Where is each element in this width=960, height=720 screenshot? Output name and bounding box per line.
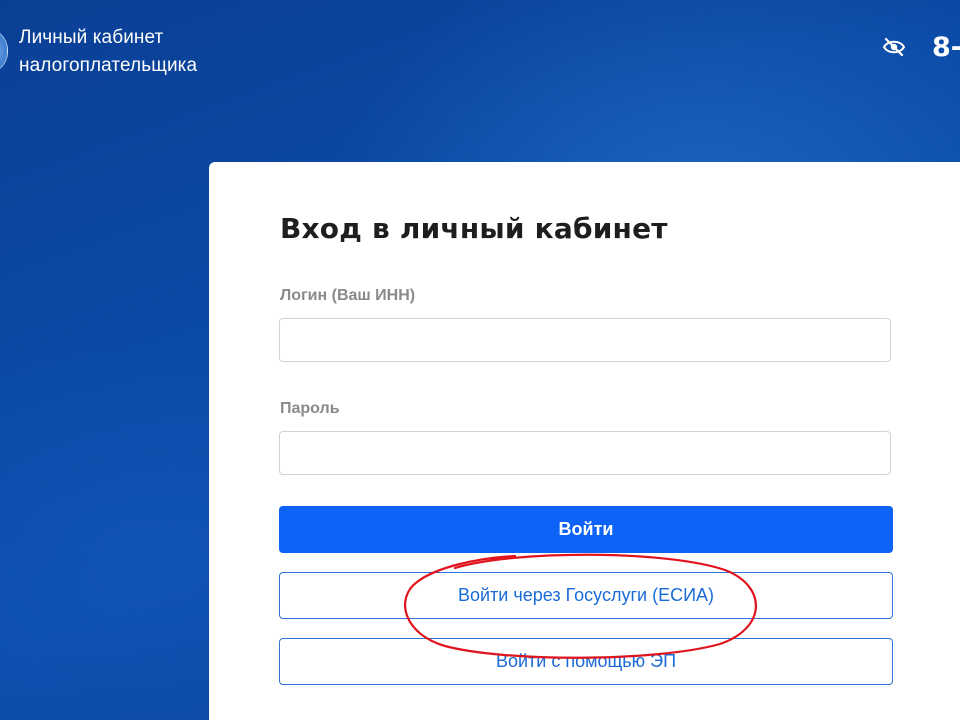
eye-slash-icon[interactable] [880,33,908,61]
header-tools: 8-8 [880,30,960,64]
page-title: Вход в личный кабинет [280,212,668,245]
password-input[interactable] [279,431,891,475]
brand-title-line2: налогоплательщика [19,55,198,76]
nalog-emblem-icon[interactable] [0,28,8,74]
login-submit-button[interactable]: Войти [279,506,893,553]
login-input[interactable] [279,318,891,362]
hotline-phone[interactable]: 8-8 [932,32,960,63]
login-card: Вход в личный кабинет Логин (Ваш ИНН) Па… [209,162,960,720]
brand-title-line1: Личный кабинет [19,27,164,48]
brand-title[interactable]: Личный кабинет налогоплательщика [19,24,197,80]
gosuslugi-login-button[interactable]: Войти через Госуслуги (ЕСИА) [279,572,893,619]
login-label: Логин (Ваш ИНН) [280,287,416,304]
ep-login-button[interactable]: Войти с помощью ЭП [279,638,893,685]
password-label: Пароль [280,400,340,417]
